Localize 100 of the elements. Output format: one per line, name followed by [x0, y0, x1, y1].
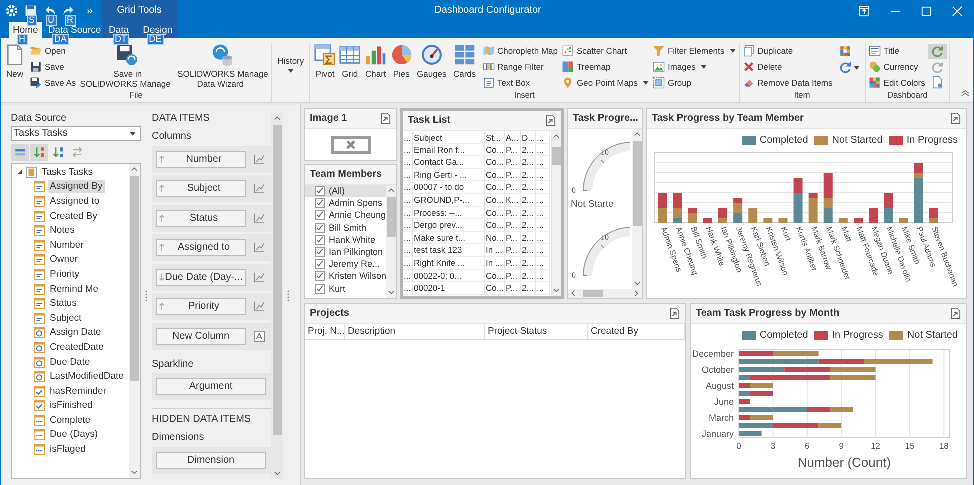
ribbon-button[interactable]: Save: [29, 60, 78, 74]
tree-item[interactable]: Due (Days): [48, 428, 100, 442]
ribbon-button[interactable]: Remove Data Items: [742, 76, 834, 90]
dashboard-panel[interactable]: Image 1: [304, 108, 397, 161]
ribbon-button[interactable]: SOLIDWORKS Manage Data Wizard: [174, 44, 270, 90]
data-item-button[interactable]: Status: [156, 210, 246, 226]
tree-item[interactable]: isFinished: [48, 399, 95, 412]
ribbon-button[interactable]: Pies: [390, 44, 414, 90]
ribbon-button[interactable]: Group: [652, 76, 737, 90]
tree-item[interactable]: Number: [48, 238, 86, 252]
column-header[interactable]: Description: [345, 324, 485, 339]
ribbon-button[interactable]: Edit Colors: [868, 76, 926, 90]
group-label: Insert: [513, 90, 536, 102]
column-header[interactable]: ...: [403, 131, 413, 144]
table-cell: ...: [403, 168, 413, 182]
legend-label: Not Started: [907, 330, 958, 341]
tree-item[interactable]: Assign Date: [48, 326, 104, 340]
column-header[interactable]: St...: [485, 131, 505, 144]
list-item[interactable]: Annie Cheung: [305, 209, 386, 222]
data-item-button[interactable]: Priority: [156, 298, 246, 315]
list-item[interactable]: Kurt: [305, 282, 386, 295]
ribbon-button[interactable]: Treemap: [561, 60, 650, 74]
tick-label: 15: [905, 441, 915, 451]
column-header[interactable]: Proj. N...: [305, 324, 345, 339]
ribbon-button[interactable]: Filter Elements: [652, 44, 737, 58]
ribbon-button[interactable]: Chart: [362, 44, 390, 90]
ribbon-button[interactable]: Choropleth Map: [482, 44, 560, 58]
ribbon-button[interactable]: Scatter Chart: [561, 44, 650, 58]
ribbon-button[interactable]: Duplicate: [742, 44, 834, 58]
tree-item[interactable]: Subject: [48, 312, 84, 325]
column-header[interactable]: ...: [536, 131, 550, 144]
dashboard-panel[interactable]: Team Task Progress by Month Completed In Progress Not Started December October August June March January 0 3 6 9 12 15 18 Number (Count): [690, 303, 967, 479]
ribbon-button[interactable]: Gauges: [414, 44, 450, 90]
tree-item[interactable]: Priority: [48, 268, 82, 281]
tree-item[interactable]: Due Date: [48, 356, 92, 369]
ribbon-button[interactable]: Save in SOLIDWORKS Manage: [79, 44, 174, 90]
tree-item[interactable]: LastModifiedDate: [48, 370, 126, 384]
gauge-label: 0: [572, 271, 576, 280]
list-item[interactable]: Kristen Wilson: [305, 270, 386, 282]
tree-item[interactable]: Created By: [48, 210, 100, 223]
data-item-button[interactable]: Dimension: [156, 452, 266, 468]
list-item[interactable]: Ian Pilkington: [305, 246, 386, 258]
tree-item[interactable]: Remind Me: [48, 282, 101, 296]
tree-item[interactable]: Notes: [48, 224, 77, 238]
list-item[interactable]: Bill Smith: [305, 222, 386, 234]
dropdown-field[interactable]: Tasks Tasks: [11, 126, 141, 141]
data-item-button[interactable]: Subject: [156, 180, 246, 197]
table-cell: Co...: [485, 144, 505, 156]
ribbon-button[interactable]: History: [274, 44, 308, 90]
tree-item[interactable]: Complete: [48, 414, 93, 427]
column-header[interactable]: D...: [521, 131, 536, 144]
ribbon-button[interactable]: Delete: [742, 60, 834, 74]
tree-item[interactable]: Status: [48, 297, 79, 310]
ribbon-button[interactable]: New: [3, 44, 27, 90]
table-cell: ...: [536, 256, 550, 270]
ribbon-button[interactable]: Cards: [450, 44, 480, 90]
tree-item[interactable]: CreatedDate: [48, 340, 106, 354]
column-header[interactable]: A...: [505, 131, 521, 144]
table-cell: ...: [536, 232, 550, 244]
tree-item[interactable]: isFlaged: [48, 443, 88, 456]
list-item[interactable]: Jeremy Re...: [305, 258, 386, 270]
tree-item[interactable]: Tasks Tasks: [40, 166, 96, 179]
list-item[interactable]: (All): [305, 185, 386, 198]
tree-item[interactable]: Assigned By: [48, 180, 105, 194]
dashboard-panel[interactable]: Team Members (All) Admin Spens Annie Cheung Bill Smith Hank White Ian Pilkington Jeremy Re... Kristen Wilson Kurt: [304, 164, 397, 299]
data-item-button[interactable]: Assigned to: [156, 239, 246, 256]
column-header[interactable]: Subject: [413, 131, 485, 144]
table-cell: Co...: [485, 181, 505, 194]
column-header[interactable]: Project Status: [485, 324, 588, 339]
table-cell: P...: [505, 282, 521, 295]
table-cell: ...: [536, 156, 550, 169]
data-item-button[interactable]: Number: [156, 150, 246, 168]
data-item-button[interactable]: Due Date (Day-...: [156, 268, 246, 286]
ribbon-button[interactable]: Currency: [868, 60, 926, 74]
ribbon-button[interactable]: Title: [868, 44, 926, 58]
ribbon-button[interactable]: Open: [29, 44, 78, 58]
axis-label: January: [702, 429, 734, 439]
ribbon-button[interactable]: Text Box: [482, 76, 560, 90]
tree-item[interactable]: Assigned to: [48, 194, 102, 208]
list-item[interactable]: Hank White: [305, 234, 386, 246]
ribbon-button[interactable]: Pivot: [312, 44, 338, 90]
column-header[interactable]: Created By: [588, 324, 685, 339]
list-item[interactable]: Admin Spens: [305, 197, 386, 210]
data-item-button[interactable]: Argument: [156, 378, 266, 395]
dashboard-panel[interactable]: Task Progre... 10 0 Not Starte 10 0: [567, 108, 643, 299]
ribbon-button[interactable]: Save As: [29, 76, 78, 90]
data-item-button[interactable]: New Column: [156, 328, 246, 344]
table-cell: Contact Ga...: [413, 156, 485, 169]
ribbon-button[interactable]: Geo Point Maps: [561, 76, 650, 90]
legend-label: Completed: [760, 135, 808, 146]
ribbon-button[interactable]: Range Filter: [482, 60, 560, 74]
ribbon-button[interactable]: Grid: [338, 44, 362, 90]
tree-item[interactable]: Owner: [48, 253, 80, 266]
ribbon-button[interactable]: Images: [652, 60, 737, 74]
table-cell: ...: [536, 244, 550, 257]
table-cell: 2...: [521, 232, 536, 244]
dashboard-panel[interactable]: Projects Proj. N... Description Project Status Created By: [304, 303, 686, 479]
panel-title: Task Progre...: [573, 113, 638, 124]
table-cell: Co...: [485, 282, 505, 295]
tree-item[interactable]: hasReminder: [48, 384, 108, 398]
